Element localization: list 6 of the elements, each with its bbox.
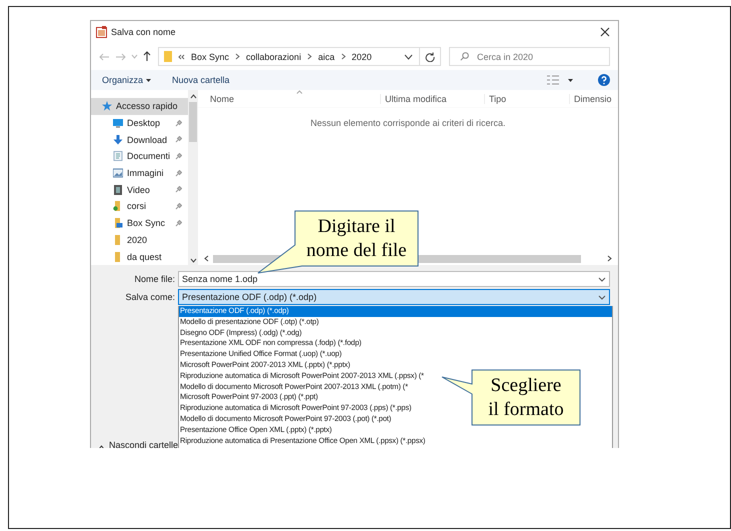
field-label: Salva come: <box>124 292 176 302</box>
window-title: Salva con nome <box>111 27 176 37</box>
callout-text: Digitare il nome del file <box>306 214 407 262</box>
field-label: Nome file: <box>133 274 176 284</box>
callout-text: Scegliere il formato <box>488 374 564 422</box>
empty-message: Nessun elemento corrisponde ai criteri di ricerca. <box>309 118 507 128</box>
